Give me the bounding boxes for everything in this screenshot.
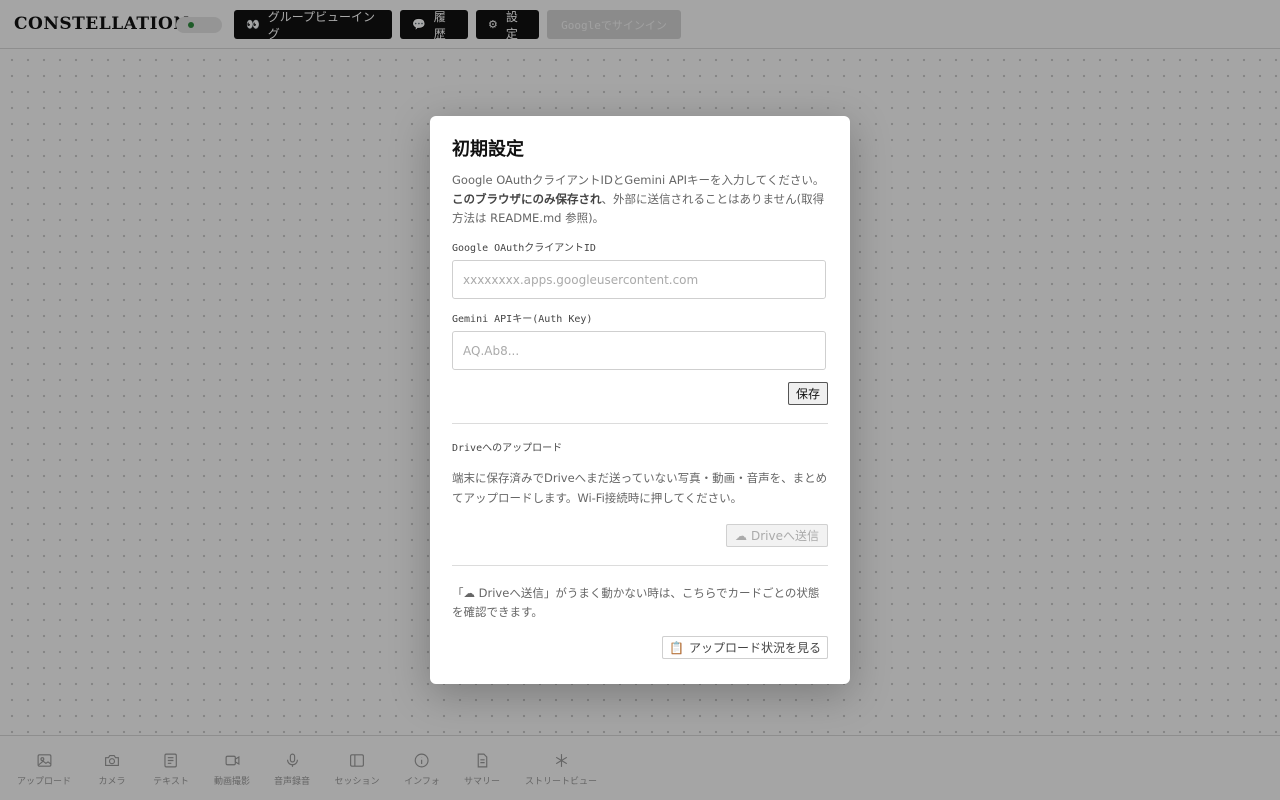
client-id-input[interactable]: [452, 260, 826, 299]
dialog-title: 初期設定: [452, 139, 524, 160]
api-key-label: Gemini APIキー(Auth Key): [452, 314, 593, 325]
send-to-drive-label: Driveへ送信: [751, 529, 819, 543]
view-upload-status-label: アップロード状況を見る: [688, 641, 821, 655]
send-to-drive-button[interactable]: ☁ Driveへ送信: [726, 524, 828, 547]
upload-status-note: 「☁ Driveへ送信」がうまく動かない時は、こちらでカードごとの状態を確認でき…: [452, 586, 820, 619]
desc-part1: Google OAuthクライアントIDとGemini APIキーを入力してくだ…: [452, 173, 825, 187]
setup-dialog: 初期設定 Google OAuthクライアントIDとGemini APIキーを入…: [430, 116, 850, 684]
cloud-icon: ☁: [735, 528, 747, 543]
view-upload-status-button[interactable]: 📋 アップロード状況を見る: [662, 636, 828, 659]
clipboard-icon: 📋: [669, 640, 684, 655]
client-id-label: Google OAuthクライアントID: [452, 243, 596, 254]
api-key-input[interactable]: [452, 331, 826, 370]
divider: [452, 565, 828, 566]
divider: [452, 423, 828, 424]
drive-section-title: Driveへのアップロード: [452, 443, 563, 454]
save-button[interactable]: 保存: [787, 382, 828, 405]
desc-bold: このブラウザにのみ保存され: [452, 192, 602, 206]
dialog-description: Google OAuthクライアントIDとGemini APIキーを入力してくだ…: [452, 171, 828, 228]
drive-section-description: 端末に保存済みでDriveへまだ送っていない写真・動画・音声を、まとめてアップロ…: [452, 471, 828, 505]
